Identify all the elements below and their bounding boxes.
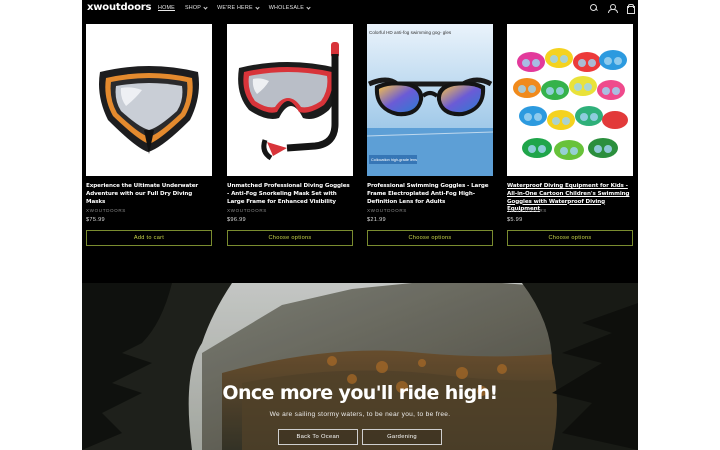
product-title[interactable]: Experience the Ultimate Underwater Adven… xyxy=(86,183,212,207)
hero-banner: Once more you'll ride high! We are saili… xyxy=(82,283,638,450)
product-title[interactable]: Waterproof Diving Equipment for Kids - A… xyxy=(507,183,633,212)
hero-background-image xyxy=(82,283,638,450)
product-image[interactable] xyxy=(86,24,212,176)
nav-wholesale[interactable]: WHOLESALE xyxy=(268,4,311,11)
site-logo[interactable]: xwoutdoors xyxy=(87,2,151,13)
account-icon[interactable] xyxy=(608,4,618,13)
nav-were-here[interactable]: WE'RE HERE xyxy=(217,4,260,11)
hero-subtitle: We are sailing stormy waters, to be near… xyxy=(269,411,451,418)
choose-options-button[interactable]: Choose options xyxy=(227,230,353,246)
product-title[interactable]: Unmatched Professional Diving Goggles - … xyxy=(227,183,353,207)
product-price: $5.99 xyxy=(507,217,523,223)
product-card[interactable]: Waterproof Diving Equipment for Kids - A… xyxy=(507,24,633,246)
gardening-button[interactable]: Gardening xyxy=(362,429,442,445)
nav-home-label: HOME xyxy=(158,5,175,11)
main-nav: HOME SHOP WE'RE HERE WHOLESALE xyxy=(158,4,311,11)
choose-options-button[interactable]: Choose options xyxy=(507,230,633,246)
chevron-down-icon xyxy=(306,4,311,10)
search-icon[interactable] xyxy=(590,4,598,12)
chevron-down-icon xyxy=(203,4,208,10)
site-header: xwoutdoors HOME SHOP WE'RE HERE WHOLESAL… xyxy=(82,0,638,18)
cart-icon[interactable] xyxy=(626,4,635,14)
product-vendor: XWOUTDOORS xyxy=(86,208,126,213)
product-card[interactable]: Experience the Ultimate Underwater Adven… xyxy=(86,24,212,246)
nav-home[interactable]: HOME xyxy=(158,5,175,11)
nav-shop-label: SHOP xyxy=(184,5,202,11)
site-page: xwoutdoors HOME SHOP WE'RE HERE WHOLESAL… xyxy=(82,0,638,450)
nav-were-here-label: WE'RE HERE xyxy=(217,5,253,11)
header-icons xyxy=(590,4,635,14)
product-price: $75.99 xyxy=(86,217,105,223)
image-caption-bottom: Collocation high-grade lens xyxy=(371,158,417,162)
add-to-cart-button[interactable]: Add to cart xyxy=(86,230,212,246)
nav-shop[interactable]: SHOP xyxy=(184,4,208,11)
nav-wholesale-label: WHOLESALE xyxy=(268,5,305,11)
chevron-down-icon xyxy=(255,4,260,10)
choose-options-button[interactable]: Choose options xyxy=(367,230,493,246)
product-image[interactable]: Colorful HD anti-fog swimming gog- gles … xyxy=(367,24,493,176)
product-card[interactable]: Colorful HD anti-fog swimming gog- gles … xyxy=(367,24,493,246)
image-caption-top: Colorful HD anti-fog swimming gog- gles xyxy=(369,30,452,35)
product-title[interactable]: Professional Swimming Goggles - Large Fr… xyxy=(367,183,493,207)
product-price: $21.99 xyxy=(367,217,386,223)
hero-title: Once more you'll ride high! xyxy=(222,382,498,404)
product-image[interactable] xyxy=(507,24,633,176)
product-vendor: XWOUTDOORS xyxy=(367,208,407,213)
product-price: $96.99 xyxy=(227,217,246,223)
product-card[interactable]: Unmatched Professional Diving Goggles - … xyxy=(227,24,353,246)
product-vendor: XWOUTDOORS xyxy=(507,208,547,213)
product-vendor: XWOUTDOORS xyxy=(227,208,267,213)
back-to-ocean-button[interactable]: Back To Ocean xyxy=(278,429,358,445)
product-image[interactable] xyxy=(227,24,353,176)
